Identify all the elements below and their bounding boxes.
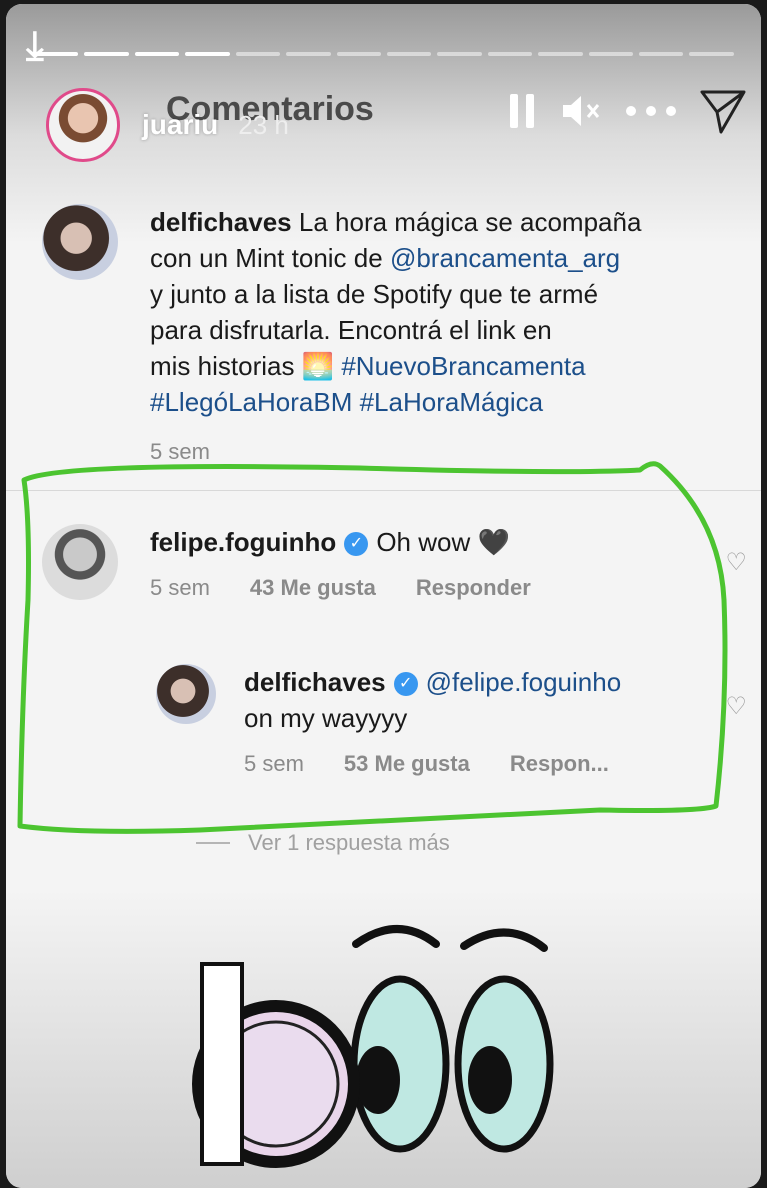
sunrise-emoji: 🌅 [301, 351, 335, 381]
mention-link[interactable]: @felipe.foguinho [426, 667, 622, 697]
progress-segment [487, 52, 533, 56]
progress-segment [34, 52, 79, 56]
avatar[interactable] [42, 524, 118, 600]
view-more-replies-label[interactable]: Ver 1 respuesta más [248, 830, 450, 856]
reply-button[interactable]: Responder [416, 570, 531, 606]
hashtag-link[interactable]: #LaHoraMágica [360, 387, 544, 417]
comment-username[interactable]: felipe.foguinho [150, 527, 336, 557]
eyebrow [352, 925, 440, 948]
story-username[interactable]: juariu [142, 109, 218, 141]
comment-text: Oh wow [376, 527, 471, 557]
caption-text: La hora mágica se acompaña [298, 207, 642, 237]
progress-segment [235, 52, 281, 56]
caption-time: 5 sem [150, 439, 210, 464]
pause-icon[interactable] [507, 92, 537, 130]
hashtag-link[interactable]: #LlegóLaHoraBM [150, 387, 352, 417]
story-frame: ⤓ Comentarios juariu 23 h delfichaves La… [6, 4, 761, 1188]
likes-count[interactable]: 53 Me gusta [344, 746, 470, 782]
divider-line [196, 842, 230, 844]
divider [6, 490, 761, 491]
progress-segment [437, 52, 482, 56]
eyes-sticker [192, 925, 554, 1168]
avatar[interactable] [156, 664, 216, 724]
caption-username[interactable]: delfichaves [150, 207, 292, 237]
caption-text: y junto a la lista de Spotify que te arm… [150, 279, 599, 309]
progress-segment [134, 52, 180, 56]
progress-segment [336, 52, 381, 56]
progress-segment [185, 52, 230, 56]
progress-segment [538, 52, 583, 56]
avatar[interactable] [42, 204, 118, 280]
story-avatar[interactable] [46, 88, 120, 162]
mute-icon[interactable] [559, 91, 603, 131]
comment-time: 5 sem [150, 575, 210, 600]
mention-link[interactable]: @brancamenta_arg [390, 243, 620, 273]
progress-segment [588, 52, 634, 56]
heart-icon[interactable]: ♡ [725, 548, 747, 577]
view-more-replies[interactable]: Ver 1 respuesta más [196, 830, 450, 856]
comment-username[interactable]: delfichaves [244, 667, 386, 697]
story-progress [34, 52, 734, 56]
caption-text: con un Mint tonic de [150, 243, 383, 273]
progress-segment [386, 52, 432, 56]
story-time: 23 h [238, 109, 289, 140]
reply-comment: delfichaves ✓ @felipe.foguinho on my wayyy… [156, 664, 621, 782]
comment: felipe.foguinho ✓ Oh wow 🖤 5 sem 43 Me gus… [42, 524, 531, 606]
pupil [468, 1046, 512, 1114]
verified-icon: ✓ [344, 532, 369, 557]
eyebrow [460, 928, 548, 952]
progress-segment [84, 52, 129, 56]
hashtag-link[interactable]: #NuevoBrancamenta [341, 351, 585, 381]
caption-text: mis historias [150, 351, 295, 381]
progress-segment [689, 52, 734, 56]
story-controls [507, 88, 747, 134]
more-icon[interactable] [625, 105, 677, 117]
progress-segment [286, 52, 331, 56]
send-icon[interactable] [699, 88, 747, 134]
verified-icon: ✓ [393, 672, 418, 697]
reply-button[interactable]: Respon... [510, 746, 609, 782]
caption-text: para disfrutarla. Encontrá el link en [150, 315, 552, 345]
story-user[interactable]: juariu 23 h [46, 88, 289, 162]
arrow-down-icon[interactable]: ⤓ [26, 24, 44, 69]
magnifying-rim [200, 962, 244, 1166]
heart-icon[interactable]: ♡ [725, 692, 747, 721]
progress-segment [639, 52, 684, 56]
comment-text: on my wayyyy [244, 703, 408, 733]
comment-time: 5 sem [244, 751, 304, 776]
caption: delfichaves La hora mágica se acompaña c… [42, 204, 641, 470]
pupil [356, 1046, 400, 1114]
black-heart-emoji: 🖤 [477, 527, 510, 557]
likes-count[interactable]: 43 Me gusta [250, 570, 376, 606]
